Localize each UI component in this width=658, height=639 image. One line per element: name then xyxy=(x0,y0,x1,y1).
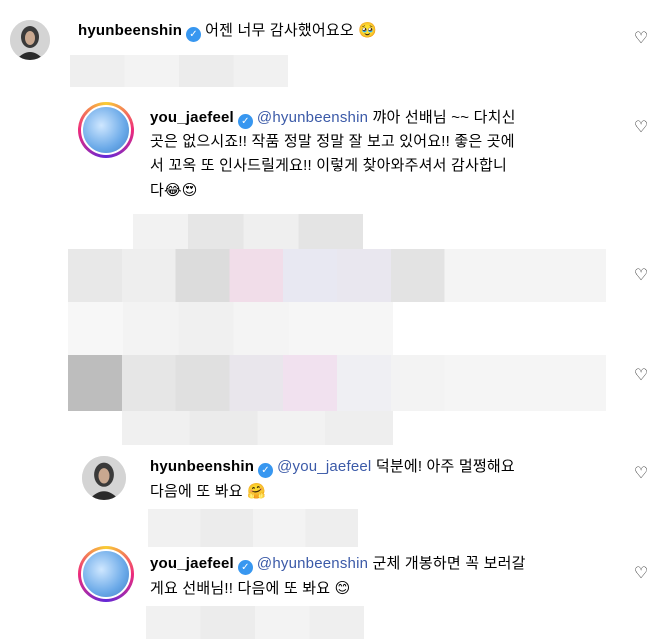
redacted-block xyxy=(68,302,393,355)
comment-4-line-1: you_jaefeel ✓ @hyunbeenshin 군체 개봉하면 꼭 보러갈 xyxy=(150,552,630,576)
comment-2-line-2: 곳은 없으시죠!! 작품 정말 정말 잘 보고 있어요!! 좋은 곳에 xyxy=(150,133,515,150)
heart-outline-icon[interactable]: ♡ xyxy=(633,566,649,582)
comment-2-line-1-text: 꺄아 선배님 ~~ 다치신 xyxy=(372,109,516,126)
redacted-block xyxy=(68,249,606,302)
comment-1-text: hyunbeenshin ✓ 어젠 너무 감사했어요오 🥹 xyxy=(78,18,598,43)
comment-4-mention[interactable]: @hyunbeenshin xyxy=(257,555,368,572)
comment-4-line-2-text: 게요 선배님!! 다음에 또 봐요 xyxy=(150,580,331,597)
comment-4-text: you_jaefeel ✓ @hyunbeenshin 군체 개봉하면 꼭 보러갈 … xyxy=(150,552,630,601)
avatar-you-jaefeel[interactable] xyxy=(78,546,134,602)
comment-2-line-3: 서 꼬옥 또 인사드릴게요!! 이렇게 찾아와주셔서 감사합니 xyxy=(150,157,507,174)
comment-3-username[interactable]: hyunbeenshin xyxy=(150,458,254,475)
comment-3-text: hyunbeenshin ✓ @you_jaefeel 덕분에! 아주 멀쩡해요 다… xyxy=(150,455,620,504)
verified-badge-icon: ✓ xyxy=(237,560,253,575)
comment-4-emoji: 😊 xyxy=(334,579,351,597)
heart-outline-icon[interactable]: ♡ xyxy=(633,466,649,482)
redacted-block xyxy=(68,355,606,411)
comment-2-line-1: you_jaefeel ✓ @hyunbeenshin 꺄아 선배님 ~~ 다치신 xyxy=(150,106,630,130)
redacted-block xyxy=(133,214,363,249)
redacted-block xyxy=(122,411,393,445)
comment-2-username[interactable]: you_jaefeel xyxy=(150,109,234,126)
avatar-image xyxy=(81,105,131,155)
comment-4-line-2: 게요 선배님!! 다음에 또 봐요 😊 xyxy=(150,576,630,601)
heart-outline-icon[interactable]: ♡ xyxy=(633,120,649,136)
avatar-hyunbeenshin[interactable] xyxy=(10,20,50,60)
comment-3-line-1-text: 덕분에! 아주 멀쩡해요 xyxy=(375,458,515,475)
verified-badge-icon: ✓ xyxy=(186,27,202,42)
verified-badge-icon: ✓ xyxy=(258,463,274,478)
comment-1-body: 어젠 너무 감사했어요오 xyxy=(205,22,354,39)
comment-3-line-2-text: 다음에 또 봐요 xyxy=(150,483,243,500)
comment-2-line-4-text: 다 xyxy=(150,182,165,199)
comment-1-emoji: 🥹 xyxy=(358,21,378,39)
heart-outline-icon[interactable]: ♡ xyxy=(633,268,649,284)
avatar-image xyxy=(10,20,50,60)
comment-3-line-2: 다음에 또 봐요 🤗 xyxy=(150,479,620,504)
heart-outline-icon[interactable]: ♡ xyxy=(633,368,649,384)
redacted-block xyxy=(148,509,358,547)
comment-3-line-1: hyunbeenshin ✓ @you_jaefeel 덕분에! 아주 멀쩡해요 xyxy=(150,455,620,479)
comment-2-emoji: 😂😍 xyxy=(164,181,198,199)
redacted-block xyxy=(146,606,364,639)
comment-4-line-1-text: 군체 개봉하면 꼭 보러갈 xyxy=(372,555,526,572)
comment-2-line-4: 다😂😍 xyxy=(150,178,630,203)
comment-4-username[interactable]: you_jaefeel xyxy=(150,555,234,572)
verified-badge-icon: ✓ xyxy=(237,114,253,129)
avatar-hyunbeenshin[interactable] xyxy=(82,456,126,500)
comment-1-username[interactable]: hyunbeenshin xyxy=(78,22,182,39)
redacted-block xyxy=(70,55,288,87)
comment-2-mention[interactable]: @hyunbeenshin xyxy=(257,109,368,126)
avatar-image xyxy=(82,456,126,500)
comment-3-emoji: 🤗 xyxy=(247,482,267,500)
comment-3-mention[interactable]: @you_jaefeel xyxy=(277,458,371,475)
avatar-image xyxy=(81,549,131,599)
comment-2-text: you_jaefeel ✓ @hyunbeenshin 꺄아 선배님 ~~ 다치신 … xyxy=(150,106,630,203)
avatar-you-jaefeel[interactable] xyxy=(78,102,134,158)
heart-outline-icon[interactable]: ♡ xyxy=(633,31,649,47)
